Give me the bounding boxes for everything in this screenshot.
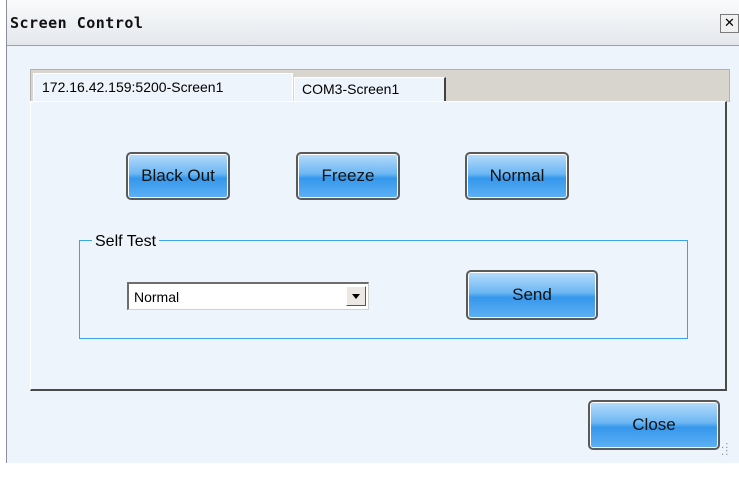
tab-ip-screen1[interactable]: 172.16.42.159:5200-Screen1	[33, 73, 293, 101]
resize-grip-icon[interactable]: .:.:	[721, 441, 735, 458]
black-out-button[interactable]: Black Out	[126, 152, 230, 200]
window-title: Screen Control	[10, 14, 144, 32]
self-test-select[interactable]: Normal	[127, 282, 369, 310]
title-bar[interactable]: Screen Control ✕	[7, 0, 739, 46]
window-close-icon[interactable]: ✕	[720, 14, 739, 33]
send-button[interactable]: Send	[466, 270, 598, 320]
tab-strip: 172.16.42.159:5200-Screen1 COM3-Screen1	[30, 69, 730, 102]
freeze-button[interactable]: Freeze	[296, 152, 400, 200]
tab-com3-screen1[interactable]: COM3-Screen1	[294, 77, 446, 102]
close-button[interactable]: Close	[588, 400, 720, 450]
self-test-legend: Self Test	[92, 233, 160, 251]
chevron-down-icon[interactable]	[346, 286, 366, 306]
normal-button[interactable]: Normal	[465, 152, 569, 200]
self-test-selected-value: Normal	[134, 289, 180, 305]
